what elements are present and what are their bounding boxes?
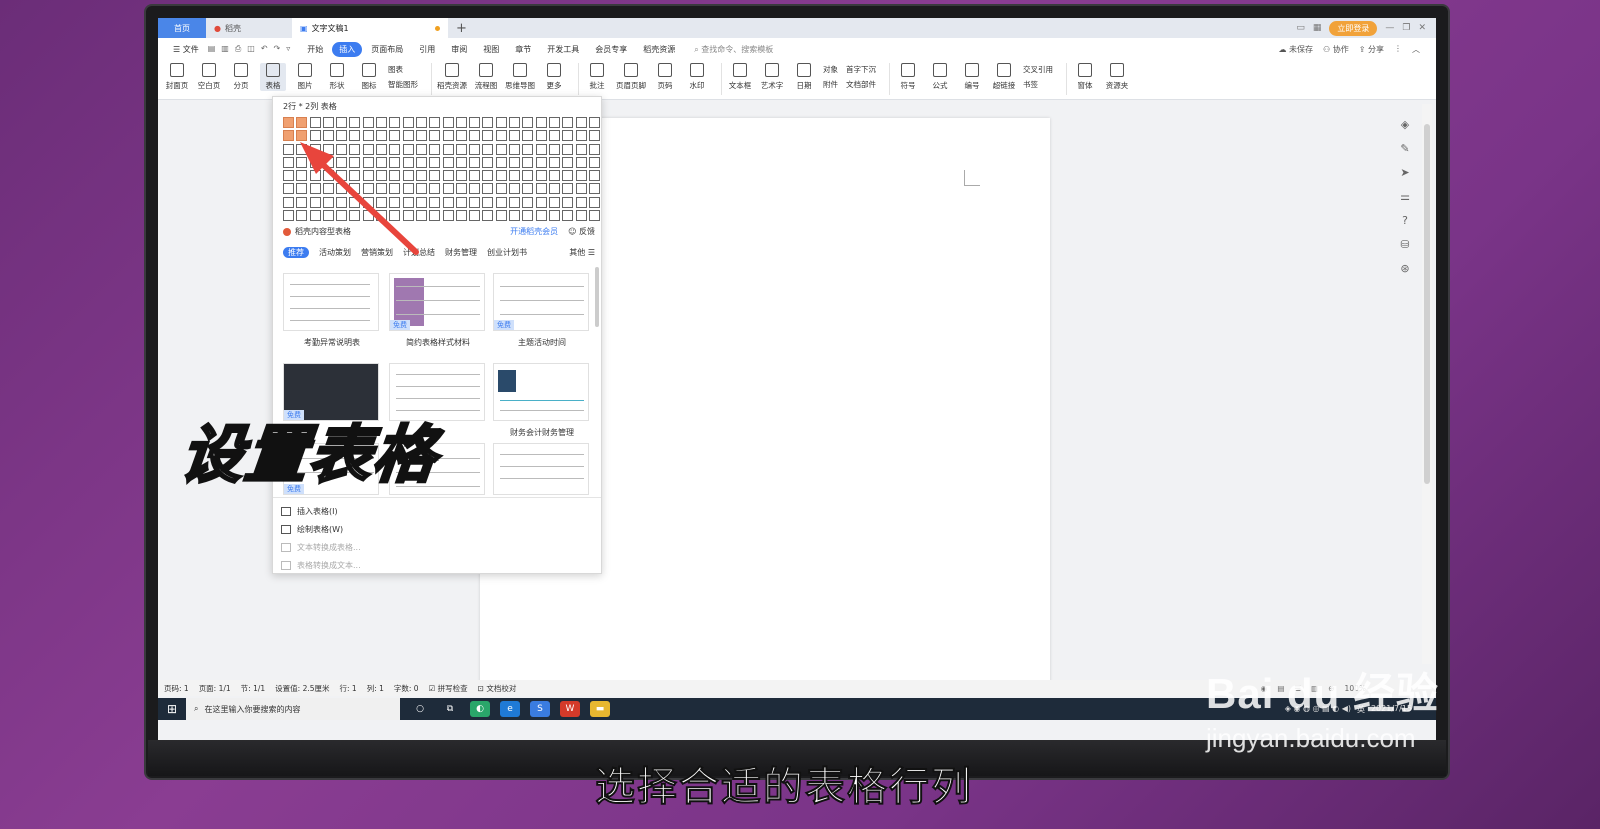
overlay-title: 设置表格 bbox=[176, 417, 443, 493]
baidu-watermark: Bai du 经验 jingyan.baidu.com bbox=[1206, 660, 1439, 754]
watermark-url: jingyan.baidu.com bbox=[1206, 723, 1416, 753]
watermark-brand: Bai du 经验 bbox=[1206, 670, 1440, 717]
video-caption: 选择合适的表格行列 bbox=[594, 763, 973, 811]
